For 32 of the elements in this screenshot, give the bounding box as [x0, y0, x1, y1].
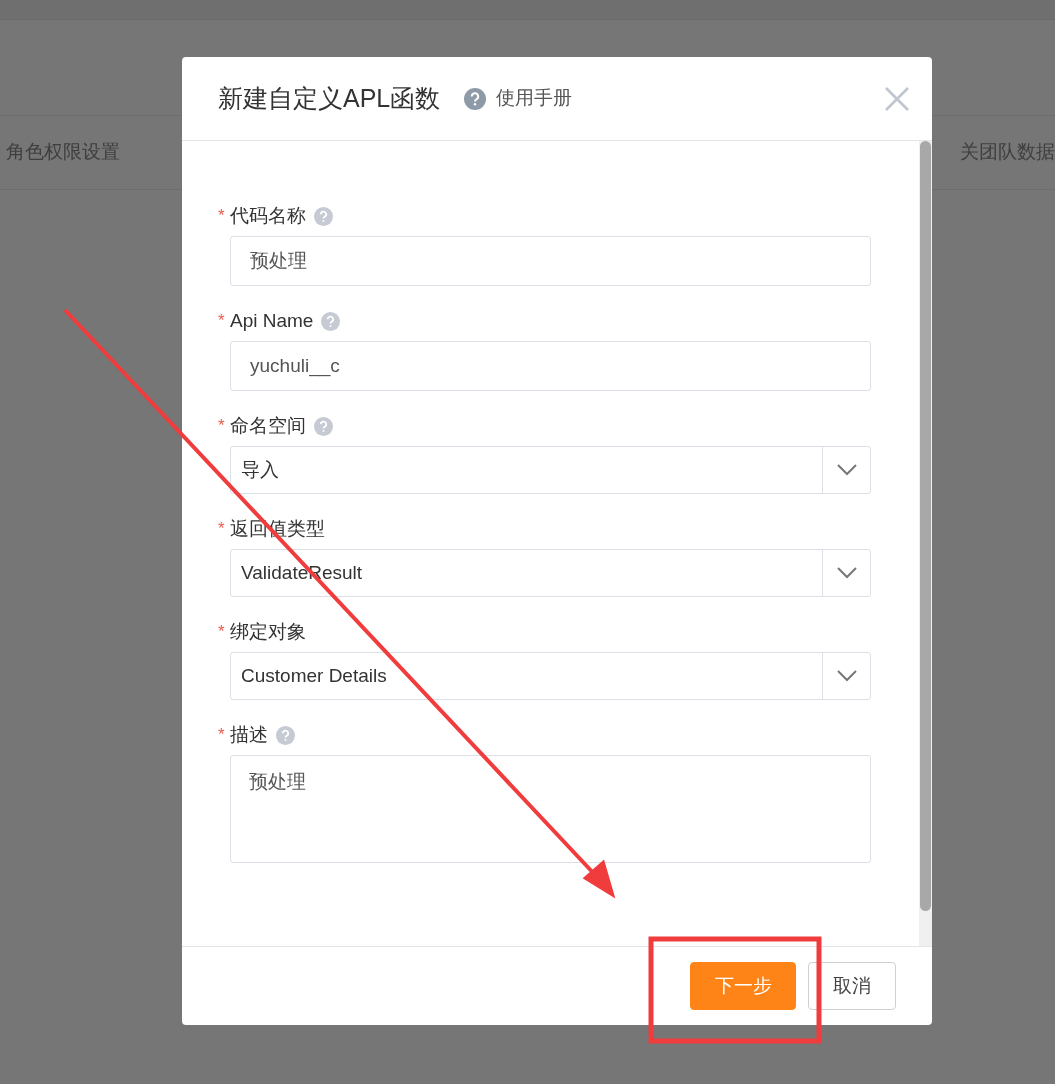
input-field[interactable]: 预处理	[230, 236, 871, 286]
required-mark: *	[218, 724, 226, 747]
caret-icon	[836, 464, 857, 476]
dialog-title: 新建自定义APL函数	[218, 82, 441, 114]
field-label: Api Name	[230, 308, 314, 333]
help-icon[interactable]	[464, 87, 487, 110]
help-icon[interactable]	[314, 206, 333, 226]
select-field[interactable]: 导入	[230, 446, 871, 494]
field-label: 绑定对象	[230, 619, 306, 644]
caret-icon	[836, 567, 857, 579]
required-mark: *	[218, 310, 226, 333]
caret-icon	[836, 670, 857, 682]
help-icon[interactable]	[314, 416, 333, 436]
help-icon[interactable]	[276, 725, 295, 745]
select-field[interactable]: Customer Details	[230, 652, 871, 700]
close-button[interactable]	[884, 85, 910, 112]
required-mark: *	[218, 621, 226, 644]
scrollbar-thumb[interactable]	[920, 141, 931, 911]
required-mark: *	[218, 415, 226, 438]
input-field[interactable]: yuchuli__c	[230, 341, 871, 391]
manual-link[interactable]: 使用手册	[496, 84, 573, 113]
textarea-field[interactable]: 预处理	[230, 755, 871, 863]
required-mark: *	[218, 205, 226, 228]
field-label: 命名空间	[230, 413, 306, 438]
cancel-button[interactable]: 取消	[808, 962, 896, 1010]
background-tab-label: 关团队数据	[960, 140, 1055, 165]
scrollbar[interactable]	[919, 141, 932, 946]
field-label: 代码名称	[230, 203, 306, 228]
help-icon[interactable]	[321, 311, 341, 331]
field-label: 描述	[230, 722, 268, 747]
required-mark: *	[218, 518, 226, 541]
background-tab-label: 角色权限设置	[6, 140, 120, 165]
